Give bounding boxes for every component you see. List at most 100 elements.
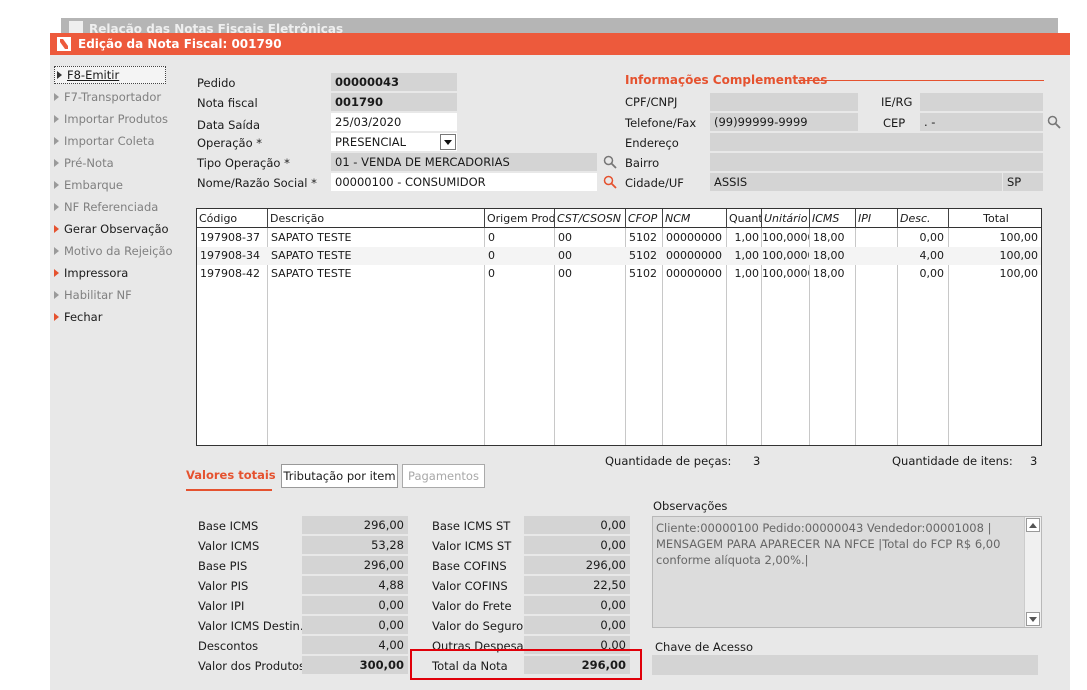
valor-frete-value: 0,00: [524, 596, 630, 614]
descontos-value: 4,00: [302, 636, 408, 654]
tab-valores-totais[interactable]: Valores totais: [186, 463, 276, 489]
cell-cfop: 5102: [629, 249, 657, 262]
base-pis-value: 296,00: [302, 556, 408, 574]
col-header-total[interactable]: Total: [949, 209, 1041, 228]
col-header-unitario[interactable]: Unitário: [762, 209, 810, 228]
cell-desc: 0,00: [919, 231, 945, 244]
operacao-label: Operação *: [197, 136, 263, 150]
cell-unitario: 100,0000: [762, 249, 809, 262]
table-row[interactable]: 197908-34 SAPATO TESTE 0 00 5102 0000000…: [197, 247, 1041, 265]
sidebar-item-pre-nota[interactable]: Pré-Nota: [54, 154, 170, 172]
endereco-field: [710, 133, 1043, 151]
quantidade-pecas-value: 3: [753, 454, 761, 468]
cidade-uf-label: Cidade/UF: [625, 176, 684, 190]
data-saida-input[interactable]: 25/03/2020: [331, 113, 457, 131]
sidebar-item-motivo-rejeicao[interactable]: Motivo da Rejeição: [54, 242, 173, 260]
uf-field: SP: [1003, 173, 1043, 191]
window-title: Edição da Nota Fiscal: 001790: [78, 37, 282, 51]
arrow-right-icon: [54, 159, 59, 167]
col-header-cst[interactable]: CST/CSOSN: [555, 209, 626, 228]
valor-pis-label: Valor PIS: [198, 579, 249, 593]
search-icon[interactable]: [1047, 115, 1061, 129]
valor-ipi-value: 0,00: [302, 596, 408, 614]
col-header-cfop[interactable]: CFOP: [626, 209, 663, 228]
base-icms-label: Base ICMS: [198, 519, 259, 533]
sidebar-item-nf-referenciada[interactable]: NF Referenciada: [54, 198, 170, 216]
observacoes-label: Observações: [653, 499, 728, 513]
tab-tributacao-item[interactable]: Tributação por item: [281, 464, 398, 488]
cell-icms: 18,00: [813, 231, 845, 244]
col-header-quant[interactable]: Quant: [727, 209, 762, 228]
col-header-icms[interactable]: ICMS: [810, 209, 856, 228]
sidebar-item-importar-produtos[interactable]: Importar Produtos: [54, 110, 170, 128]
sidebar-item-habilitar-nf[interactable]: Habilitar NF: [54, 286, 170, 304]
cell-desc: 0,00: [919, 267, 945, 280]
items-grid[interactable]: Código Descrição Origem Prod CST/CSOSN C…: [196, 208, 1042, 446]
ie-rg-label: IE/RG: [881, 95, 913, 109]
search-icon[interactable]: [603, 175, 617, 189]
col-header-codigo[interactable]: Código: [197, 209, 268, 228]
tab-pagamentos[interactable]: Pagamentos: [402, 464, 485, 488]
nota-fiscal-window: Edição da Nota Fiscal: 001790 F8-Emitir …: [50, 33, 1070, 690]
tipo-operacao-label: Tipo Operação *: [197, 156, 290, 170]
cell-desc: 4,00: [919, 249, 945, 262]
table-row[interactable]: 197908-42 SAPATO TESTE 0 00 5102 0000000…: [197, 265, 1041, 283]
sidebar-item-importar-coleta[interactable]: Importar Coleta: [54, 132, 170, 150]
valor-produtos-value: 300,00: [302, 656, 408, 674]
cell-quant: 1,00: [734, 249, 760, 262]
cpf-cnpj-label: CPF/CNPJ: [625, 95, 678, 109]
quantidade-itens-label: Quantidade de itens:: [892, 454, 1013, 468]
cell-ncm: 00000000: [666, 267, 722, 280]
nome-razao-input[interactable]: 00000100 - CONSUMIDOR: [331, 173, 597, 191]
cell-ncm: 00000000: [666, 231, 722, 244]
cell-total: 100,00: [999, 267, 1039, 280]
valor-produtos-label: Valor dos Produtos: [198, 659, 305, 673]
col-header-ncm[interactable]: NCM: [663, 209, 727, 228]
arrow-right-icon: [54, 247, 59, 255]
col-header-desc[interactable]: Desc.: [898, 209, 949, 228]
table-row[interactable]: 197908-37 SAPATO TESTE 0 00 5102 0000000…: [197, 229, 1041, 247]
cell-origem: 0: [488, 249, 495, 262]
valor-icms-label: Valor ICMS: [198, 539, 260, 553]
base-pis-label: Base PIS: [198, 559, 248, 573]
base-cofins-label: Base COFINS: [432, 559, 507, 573]
chave-acesso-label: Chave de Acesso: [655, 640, 754, 654]
operacao-select[interactable]: PRESENCIAL: [331, 133, 457, 151]
observacoes-textarea[interactable]: Cliente:00000100 Pedido:00000043 Vendedo…: [652, 516, 1042, 628]
chevron-down-icon[interactable]: [440, 134, 456, 150]
arrow-right-icon: [54, 291, 59, 299]
arrow-right-icon: [54, 115, 59, 123]
cep-field: . -: [920, 113, 1043, 131]
col-header-ipi[interactable]: IPI: [856, 209, 898, 228]
cidade-field: ASSIS: [710, 173, 1002, 191]
cell-descricao: SAPATO TESTE: [271, 267, 352, 280]
col-header-descricao[interactable]: Descrição: [268, 209, 485, 228]
cell-cst: 00: [558, 267, 572, 280]
sidebar-item-impressora[interactable]: Impressora: [54, 264, 170, 282]
col-header-origem[interactable]: Origem Prod: [485, 209, 555, 228]
scroll-up-icon[interactable]: [1026, 518, 1040, 532]
observacoes-scrollbar[interactable]: [1024, 517, 1041, 627]
cell-ncm: 00000000: [666, 249, 722, 262]
valor-icms-destin-label: Valor ICMS Destin.: [198, 619, 304, 633]
sidebar-item-gerar-observacao[interactable]: Gerar Observação: [54, 220, 170, 238]
valor-cofins-value: 22,50: [524, 576, 630, 594]
sidebar-item-transportador[interactable]: F7-Transportador: [54, 88, 170, 106]
cell-cfop: 5102: [629, 267, 657, 280]
telefone-label: Telefone/Fax: [625, 116, 697, 130]
scroll-down-icon[interactable]: [1026, 612, 1040, 626]
sidebar-item-emitir[interactable]: F8-Emitir: [54, 66, 166, 84]
cell-codigo: 197908-37: [200, 231, 260, 244]
valor-icms-destin-value: 0,00: [302, 616, 408, 634]
bairro-field: [710, 153, 1043, 171]
arrow-right-icon: [54, 181, 59, 189]
search-icon[interactable]: [603, 155, 617, 169]
pedido-field: 00000043: [331, 73, 457, 91]
sidebar-item-fechar[interactable]: Fechar: [54, 308, 170, 326]
arrow-right-icon: [54, 225, 59, 233]
sidebar-item-embarque[interactable]: Embarque: [54, 176, 170, 194]
cell-icms: 18,00: [813, 267, 845, 280]
cell-codigo: 197908-42: [200, 267, 260, 280]
nome-razao-label: Nome/Razão Social *: [197, 176, 317, 190]
tipo-operacao-field[interactable]: 01 - VENDA DE MERCADORIAS: [331, 153, 597, 171]
